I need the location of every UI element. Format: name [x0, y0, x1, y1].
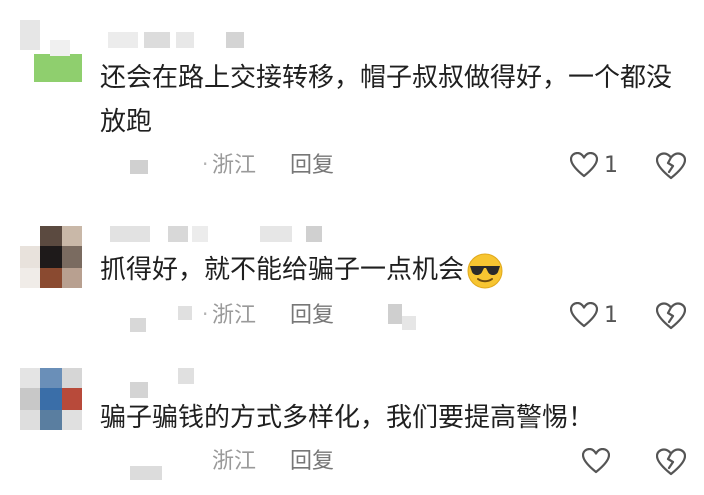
- like-button[interactable]: 1: [570, 150, 630, 182]
- location-label: 浙江: [212, 303, 257, 328]
- heart-outline-icon: [570, 152, 598, 178]
- location-label: 浙江: [212, 449, 257, 474]
- timestamp-redacted: [388, 304, 418, 330]
- dislike-button[interactable]: [655, 448, 687, 478]
- username-redacted: [110, 226, 330, 242]
- dislike-button[interactable]: [655, 302, 687, 332]
- timestamp-redacted: [130, 306, 200, 332]
- reply-button[interactable]: 回复: [290, 150, 334, 182]
- location-label: 浙江: [212, 153, 257, 178]
- comment-text: 抓得好，就不能给骗子一点机会: [100, 248, 690, 292]
- comment-meta: · 浙江 回复 1: [100, 300, 700, 332]
- reply-button[interactable]: 回复: [290, 300, 334, 332]
- separator-dot: ·: [202, 302, 209, 326]
- username-redacted: [108, 32, 248, 48]
- comment-text: 还会在路上交接转移，帽子叔叔做得好，一个都没放跑: [100, 63, 673, 137]
- comment-text-content: 抓得好，就不能给骗子一点机会: [100, 255, 465, 285]
- heart-outline-icon: [570, 302, 598, 328]
- broken-heart-icon: [655, 302, 687, 330]
- cool-face-emoji: [467, 253, 503, 288]
- comment-meta: 浙江 回复: [100, 446, 700, 480]
- like-count: 1: [604, 153, 618, 178]
- username-redacted: [130, 368, 210, 398]
- heart-outline-icon: [582, 448, 610, 474]
- broken-heart-icon: [655, 152, 687, 180]
- separator-dot: ·: [202, 152, 209, 176]
- avatar[interactable]: [20, 368, 82, 430]
- timestamp-redacted: [130, 160, 190, 174]
- timestamp-redacted: [130, 456, 170, 480]
- dislike-button[interactable]: [655, 152, 687, 182]
- comment-text: 骗子骗钱的方式多样化，我们要提高警惕！: [100, 403, 595, 433]
- like-button[interactable]: [582, 446, 642, 478]
- broken-heart-icon: [655, 448, 687, 476]
- comment-meta: · 浙江 回复 1: [100, 150, 700, 182]
- like-count: 1: [604, 303, 618, 328]
- avatar[interactable]: [20, 20, 82, 82]
- avatar[interactable]: [20, 226, 82, 288]
- like-button[interactable]: 1: [570, 300, 630, 332]
- reply-button[interactable]: 回复: [290, 446, 334, 478]
